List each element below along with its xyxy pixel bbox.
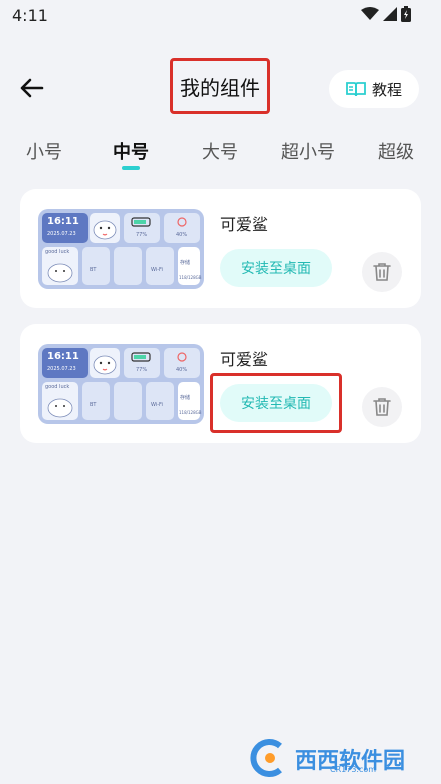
- tab-small[interactable]: 小号: [26, 138, 62, 164]
- back-button[interactable]: [18, 76, 46, 100]
- preview-temp-tile: 40%: [164, 348, 200, 378]
- delete-button[interactable]: [362, 387, 402, 427]
- page-title: 我的组件: [180, 75, 260, 100]
- preview-shark-mascot: [90, 348, 120, 378]
- widget-preview[interactable]: 16:11 2025.07.23 77% 40% good luck BT Wi…: [38, 209, 204, 289]
- signal-icon: [383, 7, 397, 21]
- preview-wifi-tile: Wi-Fi: [146, 382, 174, 420]
- preview-bt-tile: BT: [82, 247, 110, 285]
- preview-battery-tile: 77%: [124, 213, 160, 243]
- watermark-logo: 西西软件园 CR173.com: [250, 738, 440, 778]
- install-to-desktop-button[interactable]: 安装至桌面: [220, 249, 332, 287]
- tab-large[interactable]: 大号: [202, 138, 238, 164]
- tab-medium[interactable]: 中号: [113, 138, 149, 164]
- preview-shark-mascot: [90, 213, 120, 243]
- preview-clock: 16:11 2025.07.23: [42, 348, 88, 378]
- logo-icon: [250, 739, 282, 777]
- preview-sound-tile: [114, 382, 142, 420]
- status-bar: 4:11: [0, 0, 441, 30]
- arrow-left-icon: [20, 78, 44, 98]
- size-tabs: 小号 中号 大号 超小号 超级: [0, 136, 441, 176]
- preview-temp-tile: 40%: [164, 213, 200, 243]
- preview-bt-tile: BT: [82, 382, 110, 420]
- trash-icon: [373, 263, 391, 281]
- watermark-sub: CR173.com: [330, 765, 377, 774]
- tab-indicator: [122, 166, 140, 170]
- preview-storage-tile: 存储 118/128GB: [178, 382, 201, 420]
- preview-battery-tile: 77%: [124, 348, 160, 378]
- preview-clock: 16:11 2025.07.23: [42, 213, 88, 243]
- preview-greeting-tile: good luck: [42, 382, 78, 420]
- book-icon: [346, 82, 366, 97]
- widget-name: 可爱鲨: [220, 350, 269, 369]
- widget-card: 16:11 2025.07.23 77% 40% good luck BT Wi…: [20, 324, 421, 443]
- preview-greeting-tile: good luck: [42, 247, 78, 285]
- tab-super[interactable]: 超级: [378, 138, 414, 164]
- battery-icon: [401, 6, 411, 22]
- widget-preview[interactable]: 16:11 2025.07.23 77% 40% good luck BT Wi…: [38, 344, 204, 424]
- title-highlight-box: 我的组件: [170, 58, 270, 114]
- tab-extra-small[interactable]: 超小号: [281, 138, 335, 164]
- status-time: 4:11: [12, 6, 48, 25]
- trash-icon: [373, 398, 391, 416]
- status-icons: [361, 6, 411, 22]
- install-to-desktop-button[interactable]: 安装至桌面: [220, 384, 332, 422]
- tutorial-label: 教程: [371, 80, 402, 99]
- preview-sound-tile: [114, 247, 142, 285]
- widget-name: 可爱鲨: [220, 215, 269, 234]
- wifi-icon: [361, 7, 379, 20]
- delete-button[interactable]: [362, 252, 402, 292]
- widget-card: 16:11 2025.07.23 77% 40% good luck BT Wi…: [20, 189, 421, 308]
- preview-storage-tile: 存储 118/128GB: [178, 247, 201, 285]
- preview-wifi-tile: Wi-Fi: [146, 247, 174, 285]
- tutorial-button[interactable]: 教程: [329, 70, 419, 108]
